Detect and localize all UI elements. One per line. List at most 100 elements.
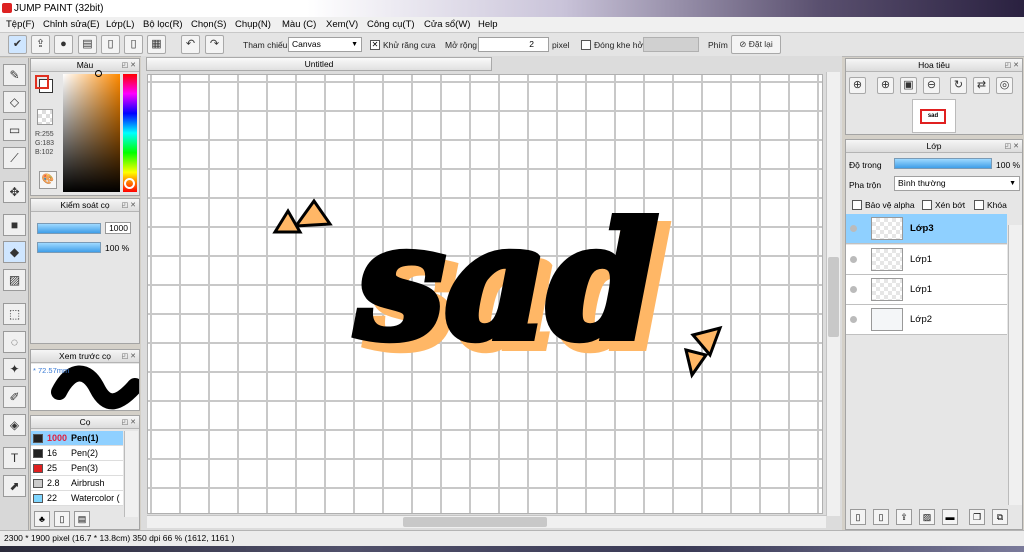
- comment-icon[interactable]: ▤: [78, 35, 97, 54]
- hue-slider[interactable]: [123, 74, 137, 192]
- menu-filter[interactable]: Bộ lọc(R): [143, 19, 183, 30]
- check-icon[interactable]: ✔: [8, 35, 27, 54]
- menu-view[interactable]: Xem(V): [326, 19, 358, 30]
- gap-slider[interactable]: [643, 37, 699, 52]
- redo-icon[interactable]: ↷: [205, 35, 224, 54]
- layer-opacity-slider[interactable]: [894, 158, 992, 169]
- transparent-color-swatch[interactable]: [37, 109, 53, 125]
- brush-menu-icon[interactable]: ▤: [74, 511, 90, 527]
- canvas-vertical-scrollbar[interactable]: [826, 72, 840, 516]
- fit-icon[interactable]: ▣: [900, 77, 917, 94]
- import-layer-icon[interactable]: ⇪: [896, 509, 912, 525]
- magic-wand-icon[interactable]: ✦: [3, 358, 26, 380]
- new-layer-icon[interactable]: ▯: [850, 509, 866, 525]
- clip-checkbox[interactable]: [922, 200, 932, 210]
- document-icon[interactable]: ▯: [101, 35, 120, 54]
- vertical-scroll-thumb[interactable]: [828, 257, 839, 337]
- layer-name: Lớp1: [910, 284, 933, 295]
- page-icon[interactable]: ▯: [124, 35, 143, 54]
- artwork: sad sad: [272, 186, 723, 389]
- foreground-color-swatch[interactable]: [35, 75, 49, 89]
- layer-row[interactable]: Lớp1: [846, 275, 1007, 305]
- reference-select[interactable]: Canvas ▼: [288, 37, 362, 52]
- operation-icon[interactable]: ⬈: [3, 475, 26, 497]
- line-icon[interactable]: ⟋: [3, 147, 26, 169]
- brush-item-pen-3[interactable]: 25 Pen(3): [31, 461, 123, 476]
- layer-row[interactable]: Lớp2: [846, 305, 1007, 335]
- panel-window-icons: ◰ ✕: [121, 353, 136, 360]
- rotate-icon[interactable]: ↻: [950, 77, 967, 94]
- visibility-icon[interactable]: [850, 225, 857, 232]
- navigator-thumbnail[interactable]: sad: [912, 99, 956, 133]
- folder-icon[interactable]: ▬: [942, 509, 958, 525]
- reset-button[interactable]: ⊘ Đặt lại: [731, 35, 781, 54]
- menu-layer[interactable]: Lớp(L): [106, 19, 134, 30]
- visibility-icon[interactable]: [850, 286, 857, 293]
- brush-size: 22: [47, 493, 58, 503]
- layer-row[interactable]: Lớp1: [846, 245, 1007, 275]
- layer-row-selected[interactable]: Lớp3: [846, 214, 1007, 244]
- menu-color[interactable]: Màu (C): [282, 19, 316, 30]
- reference-value: Canvas: [292, 39, 321, 49]
- document-tab[interactable]: Untitled: [146, 57, 492, 71]
- hue-handle[interactable]: [124, 178, 135, 189]
- brush-size-slider[interactable]: [37, 223, 101, 234]
- new-layer-folder-icon[interactable]: ▯: [873, 509, 889, 525]
- zoom-in-icon[interactable]: ⊕: [877, 77, 894, 94]
- brush-item-pen-2[interactable]: 16 Pen(2): [31, 446, 123, 461]
- duplicate-layer-icon[interactable]: ❐: [969, 509, 985, 525]
- menu-select[interactable]: Chọn(S): [191, 19, 226, 30]
- horizontal-scroll-thumb[interactable]: [403, 517, 547, 527]
- lasso-icon[interactable]: ◌: [3, 331, 26, 353]
- reset-view-icon[interactable]: ◎: [996, 77, 1013, 94]
- brush-item-pen-1[interactable]: 1000 Pen(1): [31, 431, 123, 446]
- select-pen-icon[interactable]: ✐: [3, 386, 26, 408]
- close-gap-checkbox[interactable]: [581, 40, 591, 50]
- brush-size-input[interactable]: 1000: [105, 222, 131, 234]
- bucket-icon[interactable]: ◆: [3, 241, 26, 263]
- undo-icon[interactable]: ↶: [181, 35, 200, 54]
- menu-help[interactable]: Help: [478, 19, 498, 30]
- brush-item-airbrush[interactable]: 2.8 Airbrush: [31, 476, 123, 491]
- visibility-icon[interactable]: [850, 316, 857, 323]
- protect-alpha-checkbox[interactable]: [852, 200, 862, 210]
- canvas-horizontal-scrollbar[interactable]: [147, 515, 826, 528]
- halftone-layer-icon[interactable]: ▨: [919, 509, 935, 525]
- menu-window[interactable]: Cửa sổ(W): [424, 19, 470, 30]
- merge-layer-icon[interactable]: ⧉: [992, 509, 1008, 525]
- brush-list-scrollbar[interactable]: [124, 431, 138, 517]
- menu-file[interactable]: Tệp(F): [6, 19, 35, 30]
- menu-edit[interactable]: Chỉnh sửa(E): [43, 19, 100, 30]
- select-rect-icon[interactable]: ⬚: [3, 303, 26, 325]
- menu-capture[interactable]: Chụp(N): [235, 19, 271, 30]
- navigator-viewport[interactable]: sad: [920, 109, 946, 124]
- expand-input[interactable]: 2: [478, 37, 549, 52]
- text-icon[interactable]: T: [3, 447, 26, 469]
- visibility-icon[interactable]: [850, 256, 857, 263]
- blend-mode-select[interactable]: Bình thường ▼: [894, 176, 1020, 191]
- layer-list-scrollbar[interactable]: [1008, 225, 1022, 505]
- brush-item-watercolor[interactable]: 22 Watercolor (: [31, 491, 123, 506]
- menu-tools[interactable]: Công cụ(T): [367, 19, 415, 30]
- lock-checkbox[interactable]: [974, 200, 984, 210]
- export-icon[interactable]: ⇪: [31, 35, 50, 54]
- speech-bubble-icon[interactable]: ●: [54, 35, 73, 54]
- flip-icon[interactable]: ⇄: [973, 77, 990, 94]
- palette-icon[interactable]: 🎨: [39, 171, 57, 189]
- select-eraser-icon[interactable]: ◈: [3, 414, 26, 436]
- tree-icon[interactable]: ♣: [34, 511, 50, 527]
- new-brush-icon[interactable]: ▯: [54, 511, 70, 527]
- brush-icon[interactable]: ✎: [3, 64, 26, 86]
- zoom-out-icon[interactable]: ⊖: [923, 77, 940, 94]
- rectangle-icon[interactable]: ▭: [3, 119, 26, 141]
- eraser-icon[interactable]: ◇: [3, 91, 26, 113]
- zoom-in-icon[interactable]: ⊕: [849, 77, 866, 94]
- grid-icon[interactable]: ▦: [147, 35, 166, 54]
- fill-rect-icon[interactable]: ■: [3, 214, 26, 236]
- drawing-canvas[interactable]: sad sad: [147, 74, 823, 514]
- saturation-value-picker[interactable]: [63, 70, 120, 192]
- antialias-checkbox[interactable]: ✕: [370, 40, 380, 50]
- gradient-icon[interactable]: ▨: [3, 269, 26, 291]
- move-icon[interactable]: ✥: [3, 181, 26, 203]
- brush-opacity-slider[interactable]: [37, 242, 101, 253]
